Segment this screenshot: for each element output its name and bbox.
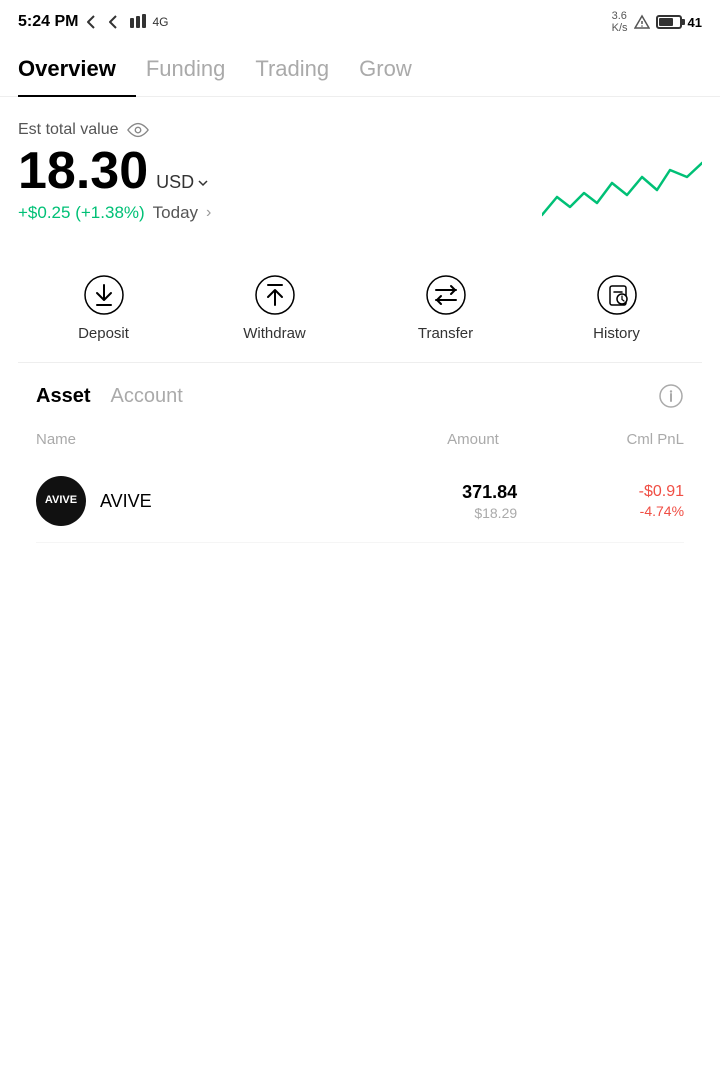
asset-amount: 371.84 [309, 482, 518, 503]
action-buttons: Deposit Withdraw Transfer [18, 249, 702, 363]
status-right: 3.6K/s 41 [612, 10, 702, 34]
value-left: 18.30 USD +$0.25 (+1.38%) Today › [18, 145, 542, 223]
withdraw-label: Withdraw [243, 325, 306, 342]
transfer-label: Transfer [418, 325, 473, 342]
eye-icon[interactable] [127, 122, 149, 138]
history-button[interactable]: History [567, 273, 667, 342]
alert-icon [634, 14, 650, 30]
tab-asset[interactable]: Asset [36, 385, 90, 408]
tab-grow[interactable]: Grow [359, 42, 432, 96]
tab-overview[interactable]: Overview [18, 42, 136, 96]
col-pnl: Cml PnL [499, 431, 684, 448]
deposit-icon [82, 273, 126, 317]
asset-section: Asset Account Name Amount Cml PnL AVIVE [18, 363, 702, 543]
dropdown-arrow-icon [197, 177, 209, 189]
speed-indicator: 3.6K/s [612, 10, 628, 34]
network-icon: 4G [152, 15, 168, 29]
currency-text: USD [156, 172, 194, 193]
nav-arrow-icon-2 [106, 14, 122, 30]
deposit-button[interactable]: Deposit [54, 273, 154, 342]
col-amount: Amount [267, 431, 498, 448]
asset-pnl: -$0.91 [517, 483, 684, 501]
withdraw-button[interactable]: Withdraw [225, 273, 325, 342]
battery-icon [656, 15, 682, 29]
status-time: 5:24 PM [18, 13, 78, 31]
history-label: History [593, 325, 640, 342]
nav-tabs: Overview Funding Trading Grow [0, 42, 720, 97]
mini-chart [542, 135, 702, 225]
status-left: 5:24 PM 4G [18, 13, 168, 31]
tab-account[interactable]: Account [110, 385, 182, 408]
total-value: 18.30 [18, 145, 148, 197]
change-row[interactable]: +$0.25 (+1.38%) Today › [18, 203, 542, 223]
asset-amount-usd: $18.29 [309, 505, 518, 521]
table-row[interactable]: AVIVE AVIVE 371.84 $18.29 -$0.91 -4.74% [36, 460, 684, 543]
nav-arrow-icon [84, 14, 100, 30]
table-header: Name Amount Cml PnL [36, 425, 684, 460]
status-bar: 5:24 PM 4G 3.6K/s 41 [0, 0, 720, 42]
col-name: Name [36, 431, 267, 448]
total-value-row: 18.30 USD [18, 145, 542, 197]
change-amount: +$0.25 (+1.38%) [18, 203, 145, 223]
withdraw-icon [253, 273, 297, 317]
asset-logo-text: AVIVE [45, 494, 77, 507]
history-icon [595, 273, 639, 317]
currency-badge[interactable]: USD [156, 172, 209, 193]
asset-pnl-col: -$0.91 -4.74% [517, 483, 684, 519]
asset-name: AVIVE [100, 491, 309, 512]
deposit-label: Deposit [78, 325, 129, 342]
tab-funding[interactable]: Funding [146, 42, 246, 96]
asset-amount-col: 371.84 $18.29 [309, 482, 518, 521]
main-content: Est total value 18.30 USD [0, 97, 720, 543]
battery-fill [659, 18, 673, 26]
chevron-right-icon: › [206, 204, 211, 222]
asset-logo-avive: AVIVE [36, 476, 86, 526]
info-icon-button[interactable] [658, 383, 684, 409]
asset-list: AVIVE AVIVE 371.84 $18.29 -$0.91 -4.74% [36, 460, 684, 543]
change-today: Today [153, 203, 198, 223]
value-row: 18.30 USD +$0.25 (+1.38%) Today › [18, 145, 702, 225]
portfolio-section: Est total value 18.30 USD [18, 121, 702, 249]
asset-account-tabs: Asset Account [36, 383, 684, 409]
tab-trading[interactable]: Trading [255, 42, 349, 96]
est-label-text: Est total value [18, 121, 119, 139]
transfer-button[interactable]: Transfer [396, 273, 496, 342]
asset-pnl-pct: -4.74% [517, 503, 684, 519]
sim-icon [128, 14, 146, 30]
battery-pct: 41 [688, 15, 702, 30]
transfer-icon [424, 273, 468, 317]
